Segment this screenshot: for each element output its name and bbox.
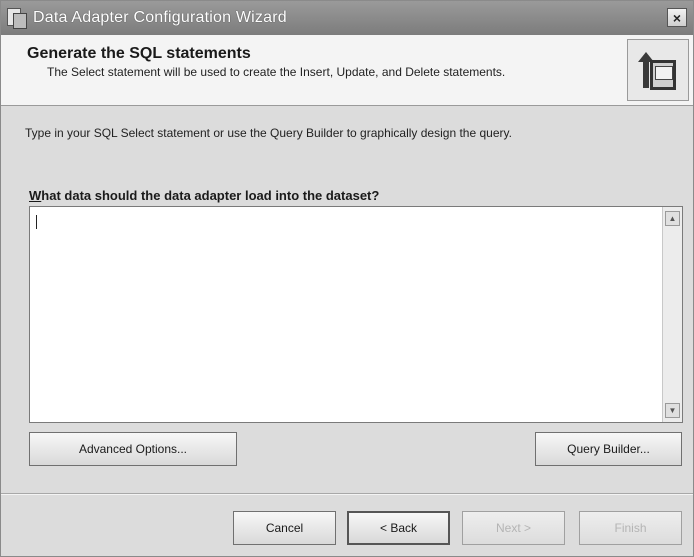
page-title: Generate the SQL statements <box>27 45 251 62</box>
window-title: Data Adapter Configuration Wizard <box>33 9 287 26</box>
footer-divider <box>1 493 693 494</box>
finish-button[interactable]: Finish <box>579 511 682 545</box>
close-button[interactable]: × <box>667 8 687 27</box>
back-button[interactable]: < Back <box>347 511 450 545</box>
cancel-button[interactable]: Cancel <box>233 511 336 545</box>
text-caret <box>36 215 37 229</box>
sql-prompt-access-key: W <box>29 188 42 203</box>
instruction-text: Type in your SQL Select statement or use… <box>25 126 512 140</box>
sql-prompt-label: What data should the data adapter load i… <box>29 188 379 203</box>
vertical-scrollbar[interactable]: ▲ ▼ <box>662 207 682 422</box>
advanced-options-button[interactable]: Advanced Options... <box>29 432 237 466</box>
title-bar: Data Adapter Configuration Wizard × <box>1 1 693 35</box>
next-button[interactable]: Next > <box>462 511 565 545</box>
sql-prompt-text: hat data should the data adapter load in… <box>41 188 380 203</box>
query-builder-button[interactable]: Query Builder... <box>535 432 682 466</box>
wizard-window: Data Adapter Configuration Wizard × Gene… <box>0 0 694 557</box>
scroll-down-icon[interactable]: ▼ <box>665 403 680 418</box>
page-description: The Select statement will be used to cre… <box>47 65 506 79</box>
data-adapter-icon <box>627 39 689 101</box>
wizard-app-icon <box>7 8 27 29</box>
wizard-header: Generate the SQL statements The Select s… <box>1 35 693 106</box>
sql-statement-textarea[interactable]: ▲ ▼ <box>29 206 683 423</box>
scroll-up-icon[interactable]: ▲ <box>665 211 680 226</box>
